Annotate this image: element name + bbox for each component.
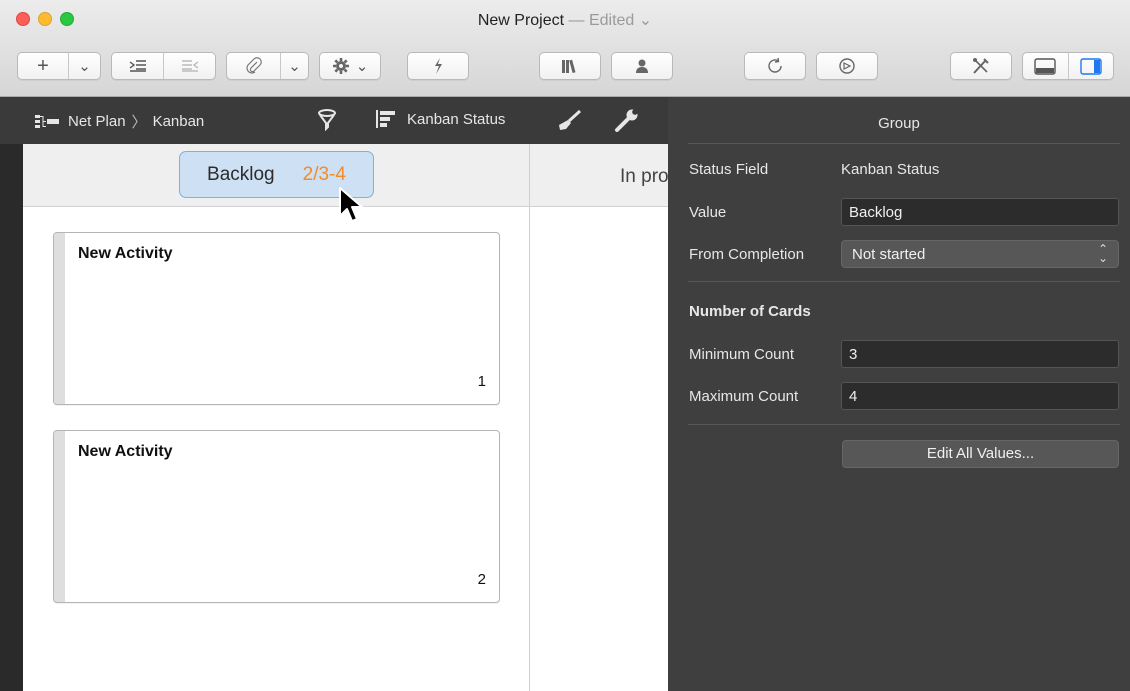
value-field[interactable]: Backlog <box>841 198 1119 226</box>
edited-indicator: — Edited <box>568 12 635 29</box>
minimum-count-field[interactable]: 3 <box>841 340 1119 368</box>
library-button[interactable] <box>539 52 601 80</box>
person-icon <box>636 59 648 73</box>
breadcrumb-current[interactable]: Kanban <box>153 113 205 130</box>
resources-button[interactable] <box>611 52 673 80</box>
side-panel-icon <box>1080 57 1102 75</box>
link-button-group: ⌄ <box>226 52 309 80</box>
activity-card[interactable]: New Activity 2 <box>53 430 500 603</box>
outdent-button[interactable] <box>163 53 215 79</box>
link-menu-button[interactable]: ⌄ <box>280 53 308 79</box>
chevron-down-icon: ⌄ <box>288 58 301 75</box>
from-completion-select[interactable]: Not started ⌃ ⌄ <box>841 240 1119 268</box>
library-icon <box>562 59 576 74</box>
critical-path-button[interactable] <box>407 52 469 80</box>
number-of-cards-heading: Number of Cards <box>689 303 811 320</box>
sync-button[interactable] <box>744 52 806 80</box>
inspector-panel: Group Status Field Kanban Status Value B… <box>668 97 1130 691</box>
tools-icon <box>973 58 989 74</box>
column-name: Backlog <box>207 163 275 185</box>
divider <box>688 143 1120 144</box>
maximum-count-label: Maximum Count <box>689 388 799 405</box>
gantt-icon <box>376 110 395 128</box>
chevron-down-icon: ⌄ <box>78 58 91 75</box>
paperclip-icon <box>245 57 262 74</box>
lightning-icon <box>435 58 442 74</box>
card-stripe <box>54 233 65 404</box>
add-menu-button[interactable]: ⌄ <box>68 53 100 79</box>
compass-icon <box>839 58 855 74</box>
column-in-progress-header[interactable]: In progress <box>620 166 668 188</box>
add-button-group: + ⌄ <box>17 52 101 80</box>
wrench-icon[interactable] <box>614 109 640 133</box>
view-header: Net Plan 〉 Kanban Kanban Status <box>0 97 668 144</box>
chevron-down-icon: ⌄ <box>355 58 369 75</box>
indent-button[interactable] <box>112 53 163 79</box>
breadcrumb-parent[interactable]: Net Plan <box>68 113 126 130</box>
side-panel-button[interactable] <box>1067 53 1114 79</box>
hierarchy-icon <box>35 114 59 128</box>
gear-icon <box>332 58 349 74</box>
maximum-count-field[interactable]: 4 <box>841 382 1119 410</box>
view-toggle-group <box>1022 52 1114 80</box>
network-button[interactable] <box>816 52 878 80</box>
indent-icon <box>129 60 146 72</box>
edit-all-values-button[interactable]: Edit All Values... <box>842 440 1119 468</box>
bottom-panel-icon <box>1034 57 1056 75</box>
kanban-status-selector[interactable]: Kanban Status <box>375 109 505 129</box>
bottom-panel-button[interactable] <box>1023 53 1068 79</box>
breadcrumb: Net Plan 〉 Kanban <box>34 111 204 132</box>
cursor-icon <box>339 187 363 222</box>
activity-card[interactable]: New Activity 1 <box>53 232 500 405</box>
minimum-count-label: Minimum Count <box>689 346 795 363</box>
indent-button-group <box>111 52 216 80</box>
refresh-icon <box>768 57 782 73</box>
inspector-title: Group <box>878 115 920 132</box>
stepper-chevrons-icon: ⌃ ⌄ <box>1097 242 1108 265</box>
add-button[interactable]: + <box>18 53 68 79</box>
window-title[interactable]: New Project — Edited ⌄ <box>0 10 1130 30</box>
card-title: New Activity <box>78 443 173 460</box>
divider <box>688 281 1120 282</box>
column-count: 2/3-4 <box>302 163 346 185</box>
status-field-value: Kanban Status <box>841 161 940 178</box>
card-number: 2 <box>477 571 486 588</box>
card-number: 1 <box>477 373 486 390</box>
brush-icon[interactable] <box>558 109 582 131</box>
status-field-label: Status Field <box>689 161 769 178</box>
kanban-status-label: Kanban Status <box>407 110 506 128</box>
filter-icon[interactable] <box>317 109 337 131</box>
window-title-text: New Project <box>477 12 565 29</box>
window-titlebar: New Project — Edited ⌄ + ⌄ ⌄ ⌄ <box>0 0 1130 97</box>
action-menu-button[interactable]: ⌄ <box>319 52 381 80</box>
value-label: Value <box>689 204 727 221</box>
card-title: New Activity <box>78 245 173 262</box>
outdent-icon <box>181 60 198 72</box>
kanban-board: Backlog 2/3-4 In progress New Activity 1… <box>23 144 668 691</box>
breadcrumb-separator: 〉 <box>131 114 147 131</box>
plus-label: + <box>37 54 49 77</box>
title-chevron-icon: ⌄ <box>638 12 653 29</box>
column-divider <box>529 144 530 691</box>
card-stripe <box>54 431 65 602</box>
divider <box>688 424 1120 425</box>
from-completion-label: From Completion <box>689 246 805 263</box>
inspector-tools-button[interactable] <box>950 52 1012 80</box>
attach-button[interactable] <box>227 53 280 79</box>
from-completion-value: Not started <box>852 246 926 263</box>
